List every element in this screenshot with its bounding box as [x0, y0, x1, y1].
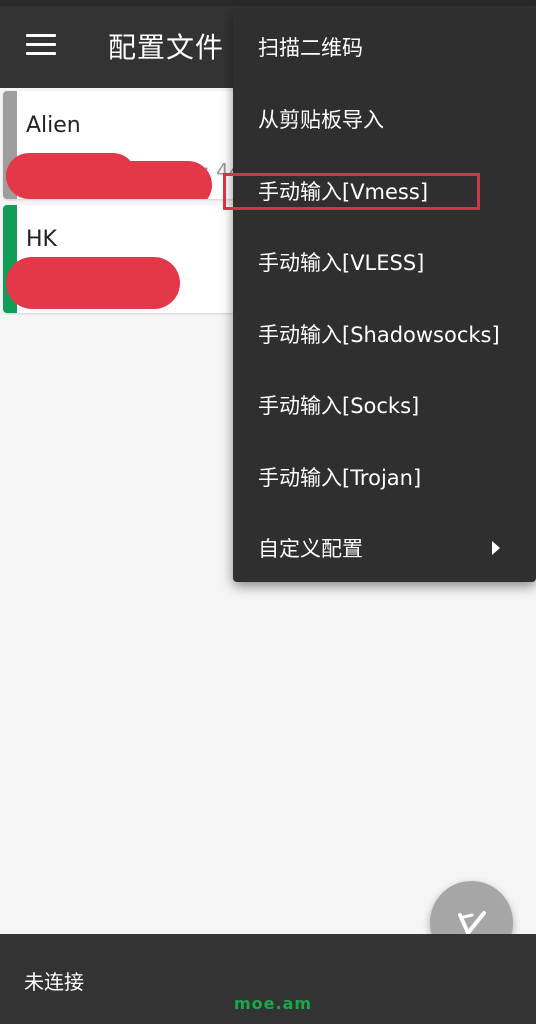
menu-item-scan-qr[interactable]: 扫描二维码 [233, 11, 536, 83]
connection-status: 未连接 [24, 970, 84, 994]
menu-item-manual-vless[interactable]: 手动输入[VLESS] [233, 226, 536, 298]
menu-item-label: 从剪贴板导入 [258, 108, 384, 132]
page-title: 配置文件 [108, 31, 225, 64]
hamburger-menu-icon[interactable] [26, 34, 56, 56]
menu-item-import-clipboard[interactable]: 从剪贴板导入 [233, 83, 536, 155]
menu-item-label: 自定义配置 [258, 537, 363, 561]
menu-item-label: 扫描二维码 [258, 36, 363, 60]
menu-item-manual-shadowsocks[interactable]: 手动输入[Shadowsocks] [233, 298, 536, 370]
highlight-box [223, 173, 480, 210]
menu-item-label: 手动输入[Trojan] [258, 466, 422, 490]
profile-name: HK [26, 227, 57, 252]
menu-item-custom-config[interactable]: 自定义配置 [233, 512, 536, 584]
overflow-menu: 扫描二维码 从剪贴板导入 手动输入[Vmess] 手动输入[VLESS] 手动输… [233, 10, 536, 582]
menu-item-label: 手动输入[Shadowsocks] [258, 323, 500, 347]
profile-name: Alien [26, 113, 81, 138]
watermark: moe.am [234, 994, 313, 1013]
redaction-mark [6, 257, 180, 309]
menu-item-manual-trojan[interactable]: 手动输入[Trojan] [233, 441, 536, 513]
menu-item-label: 手动输入[VLESS] [258, 251, 425, 275]
redaction-mark [108, 161, 212, 199]
submenu-arrow-icon [492, 541, 500, 555]
status-strip [0, 0, 536, 6]
menu-item-label: 手动输入[Socks] [258, 394, 420, 418]
menu-item-manual-socks[interactable]: 手动输入[Socks] [233, 369, 536, 441]
